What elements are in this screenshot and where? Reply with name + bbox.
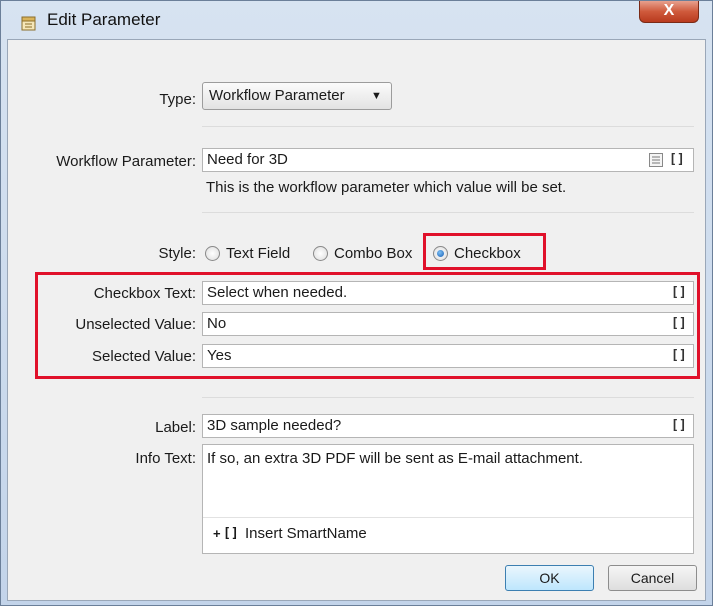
workflow-parameter-hint: This is the workflow parameter which val…	[206, 179, 567, 196]
selected-value-field[interactable]: Yes []	[202, 344, 694, 368]
cancel-button[interactable]: Cancel	[608, 565, 697, 591]
edit-parameter-dialog: Edit Parameter X Type: Workflow Paramete…	[0, 0, 713, 606]
type-dropdown[interactable]: Workflow Parameter ▼	[202, 82, 392, 110]
style-option-label[interactable]: Combo Box	[334, 245, 412, 263]
dialog-title: Edit Parameter	[47, 10, 161, 29]
smartname-icon[interactable]: []	[671, 285, 687, 301]
workflow-parameter-label: Workflow Parameter:	[56, 153, 196, 170]
info-text-label: Info Text:	[135, 450, 196, 467]
unselected-value-label: Unselected Value:	[75, 316, 196, 333]
info-text-area[interactable]: If so, an extra 3D PDF will be sent as E…	[202, 444, 694, 554]
ok-button[interactable]: OK	[505, 565, 594, 591]
label-field-label: Label:	[155, 419, 196, 436]
style-option-label[interactable]: Text Field	[226, 245, 290, 263]
dialog-icon	[21, 16, 36, 31]
style-radio-text-field[interactable]	[205, 246, 220, 261]
dialog-body: Type: Workflow Parameter ▼ Workflow Para…	[7, 39, 706, 601]
style-label: Style:	[158, 245, 196, 262]
list-picker-icon[interactable]	[649, 153, 663, 167]
smartname-icon[interactable]: []	[671, 316, 687, 332]
workflow-parameter-value: Need for 3D	[207, 151, 288, 168]
label-field[interactable]: 3D sample needed? []	[202, 414, 694, 438]
info-text-value: If so, an extra 3D PDF will be sent as E…	[207, 450, 583, 467]
close-icon: X	[663, 2, 675, 19]
style-radio-combo-box[interactable]	[313, 246, 328, 261]
selected-value-label: Selected Value:	[92, 348, 196, 365]
selected-value-value: Yes	[207, 347, 232, 364]
smartname-icon: []	[223, 526, 239, 541]
unselected-value-value: No	[207, 315, 227, 332]
unselected-value-field[interactable]: No []	[202, 312, 694, 336]
type-dropdown-value: Workflow Parameter	[209, 87, 345, 104]
label-field-value: 3D sample needed?	[207, 417, 342, 434]
separator	[202, 212, 694, 213]
type-label: Type:	[159, 91, 196, 108]
separator	[202, 397, 694, 398]
add-icon: +	[213, 526, 221, 541]
insert-smartname-link[interactable]: Insert SmartName	[245, 525, 367, 543]
checkbox-text-field[interactable]: Select when needed. []	[202, 281, 694, 305]
checkbox-highlight-box	[423, 233, 546, 270]
workflow-parameter-field[interactable]: Need for 3D []	[202, 148, 694, 172]
smartname-icon[interactable]: []	[669, 152, 685, 168]
separator	[202, 126, 694, 127]
chevron-down-icon: ▼	[371, 90, 382, 102]
info-text-divider	[203, 517, 693, 518]
checkbox-text-label: Checkbox Text:	[93, 285, 196, 302]
title-bar[interactable]: Edit Parameter X	[1, 1, 712, 39]
close-button[interactable]: X	[639, 1, 699, 23]
smartname-icon[interactable]: []	[671, 418, 687, 434]
checkbox-text-value: Select when needed.	[207, 284, 348, 301]
smartname-icon[interactable]: []	[671, 348, 687, 364]
